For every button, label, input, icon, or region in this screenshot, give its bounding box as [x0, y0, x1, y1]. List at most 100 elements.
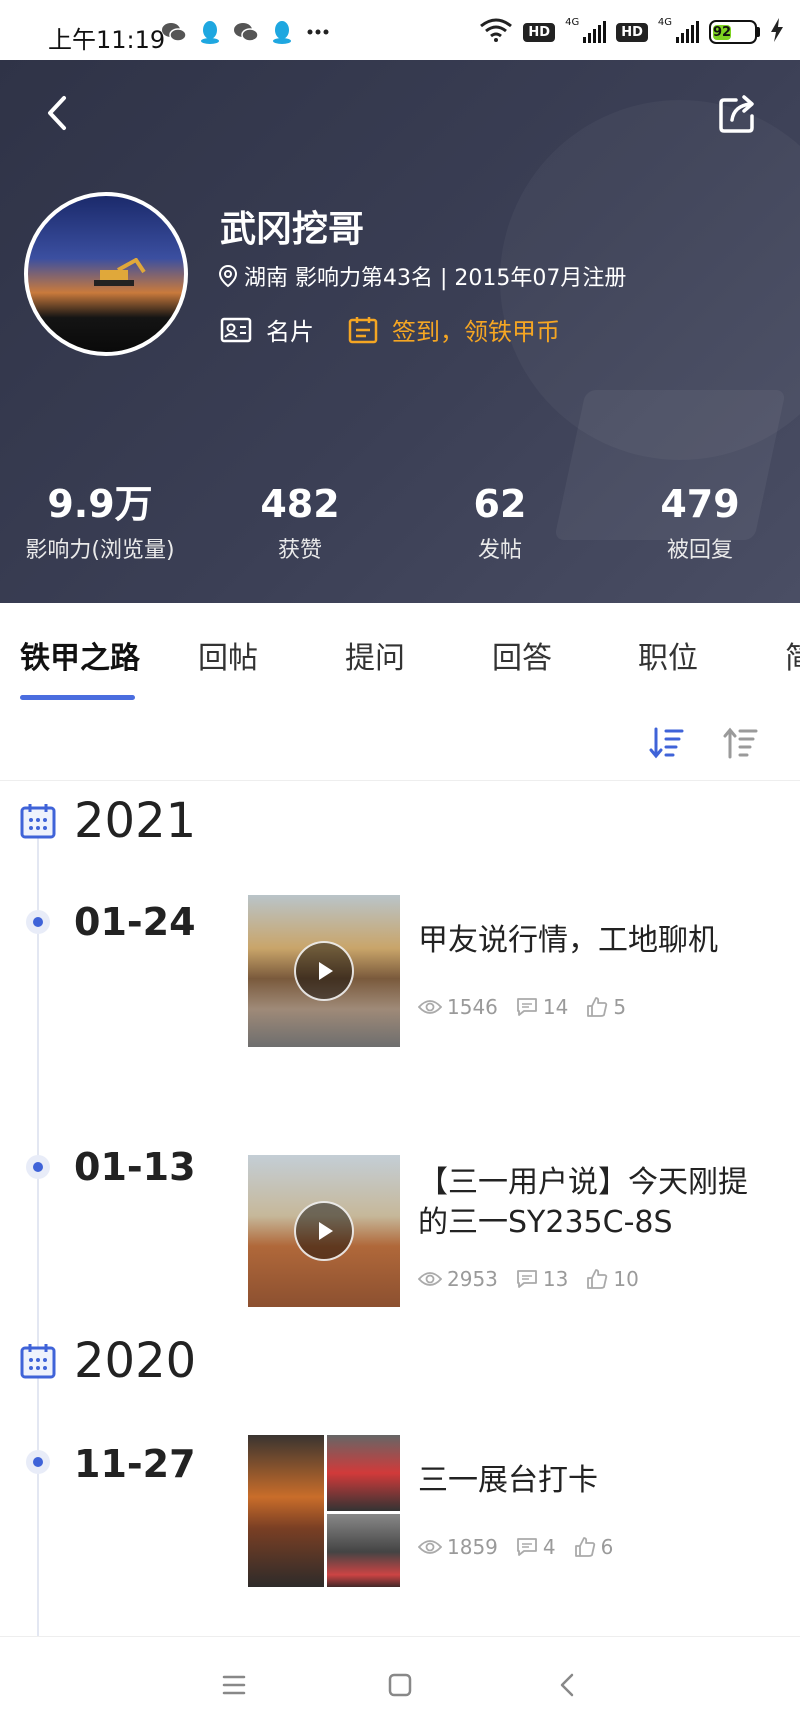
post-stats: 1859 4 6 — [418, 1535, 613, 1559]
views-count: 1546 — [447, 995, 498, 1019]
post-image[interactable] — [248, 1435, 324, 1587]
status-indicators: HD 4G HD 4G 92 — [479, 18, 784, 46]
battery-level: 92 — [713, 25, 732, 40]
user-meta: 湖南 影响力第43名 | 2015年07月注册 — [218, 260, 626, 292]
user-actions: 名片 签到，领铁甲币 — [220, 312, 560, 347]
post-title[interactable]: 甲友说行情，工地聊机 — [418, 921, 758, 961]
stat-replies[interactable]: 479 被回复 — [600, 480, 800, 564]
views-stat: 1859 — [418, 1535, 498, 1559]
tab-more[interactable]: 简 — [785, 633, 800, 677]
tab-indicator — [20, 695, 135, 700]
stat-likes[interactable]: 482 获赞 — [200, 480, 400, 564]
status-bar: 上午11:19 HD 4G HD 4G 92 — [0, 0, 800, 60]
post-title[interactable]: 【三一用户说】今天刚提的三一SY235C-8S — [418, 1163, 758, 1243]
sort-descending-button[interactable] — [648, 723, 688, 763]
qq-icon — [268, 18, 296, 46]
back-button[interactable] — [38, 88, 78, 138]
profile-header: 武冈挖哥 湖南 影响力第43名 | 2015年07月注册 名片 签到，领铁甲币 … — [0, 60, 800, 603]
eye-icon — [418, 1000, 442, 1014]
wifi-icon — [479, 18, 513, 46]
tab-jobs[interactable]: 职位 — [638, 633, 698, 677]
comment-icon — [517, 1270, 537, 1288]
avatar[interactable] — [24, 192, 188, 356]
year-label: 2020 — [74, 1333, 197, 1389]
business-card-label: 名片 — [266, 318, 314, 346]
play-button[interactable] — [294, 941, 354, 1001]
calendar-icon — [20, 804, 56, 839]
play-icon — [319, 1222, 333, 1240]
post-date: 01-13 — [74, 1145, 196, 1189]
checkin-button[interactable]: 签到，领铁甲币 — [348, 312, 560, 347]
user-name: 武冈挖哥 — [220, 209, 365, 250]
checkin-label: 签到，领铁甲币 — [392, 318, 560, 346]
home-button[interactable] — [382, 1667, 418, 1703]
thumbs-up-icon — [574, 1537, 595, 1557]
comment-icon — [517, 1538, 537, 1556]
post-title[interactable]: 三一展台打卡 — [418, 1461, 758, 1501]
timeline-dot — [26, 910, 50, 934]
stat-value: 62 — [473, 482, 527, 526]
thumbs-up-icon — [587, 997, 608, 1017]
stat-label: 获赞 — [277, 538, 322, 563]
tab-questions[interactable]: 提问 — [345, 633, 405, 677]
year-header: 2021 — [20, 793, 196, 849]
post-thumbnail[interactable] — [248, 895, 400, 1047]
stat-label: 影响力(浏览量) — [25, 538, 175, 563]
menu-button[interactable] — [216, 1667, 252, 1703]
comments-stat: 4 — [516, 1535, 556, 1559]
comment-icon — [517, 998, 537, 1016]
signal-icon — [583, 21, 607, 43]
views-stat: 1546 — [418, 995, 498, 1019]
stat-value: 482 — [260, 482, 340, 526]
stat-value: 479 — [660, 482, 740, 526]
sort-descending-icon — [649, 727, 684, 759]
play-icon — [319, 962, 333, 980]
stat-posts[interactable]: 62 发帖 — [400, 480, 600, 564]
stat-influence[interactable]: 9.9万 影响力(浏览量) — [0, 480, 200, 564]
stat-label: 被回复 — [666, 538, 733, 563]
stat-value: 9.9万 — [47, 482, 153, 526]
comments-stat: 13 — [516, 1267, 568, 1291]
post-image-grid[interactable] — [248, 1435, 400, 1587]
network-type: 4G — [565, 17, 580, 28]
back-nav-button[interactable] — [550, 1667, 586, 1703]
comments-count: 14 — [542, 995, 569, 1019]
stat-label: 发帖 — [477, 538, 522, 563]
play-button[interactable] — [294, 1201, 354, 1261]
menu-icon — [222, 1675, 246, 1695]
stats-row: 9.9万 影响力(浏览量) 482 获赞 62 发帖 479 被回复 — [0, 480, 800, 564]
tab-answers[interactable]: 回答 — [492, 633, 552, 677]
tab-bar: 铁甲之路 回帖 提问 回答 职位 简 — [0, 603, 800, 703]
views-stat: 2953 — [418, 1267, 498, 1291]
charging-icon — [770, 18, 784, 46]
post-thumbnail[interactable] — [248, 1155, 400, 1307]
sort-ascending-button[interactable] — [722, 723, 762, 763]
status-app-icons — [160, 18, 332, 46]
post-date: 01-24 — [74, 900, 196, 944]
views-count: 2953 — [447, 1267, 498, 1291]
share-icon — [719, 95, 754, 133]
wechat-icon — [160, 18, 188, 46]
eye-icon — [418, 1540, 442, 1554]
timeline-line — [37, 830, 39, 1650]
share-button[interactable] — [716, 92, 760, 136]
post-image[interactable] — [327, 1435, 400, 1511]
business-card-button[interactable]: 名片 — [220, 312, 314, 347]
system-nav-bar — [0, 1636, 800, 1733]
post-image[interactable] — [327, 1514, 400, 1587]
likes-stat: 5 — [586, 995, 626, 1019]
id-card-icon — [220, 317, 252, 342]
tab-replies[interactable]: 回帖 — [198, 633, 258, 677]
year-label: 2021 — [74, 793, 197, 849]
location-pin-icon — [218, 264, 238, 288]
eye-icon — [418, 1272, 442, 1286]
sort-row — [0, 703, 800, 781]
comments-stat: 14 — [516, 995, 568, 1019]
tab-timeline[interactable]: 铁甲之路 — [20, 633, 140, 677]
sort-ascending-icon — [723, 727, 758, 759]
likes-count: 5 — [613, 995, 627, 1019]
network-type-2: 4G — [657, 17, 672, 28]
hd-badge-2: HD — [616, 22, 648, 42]
views-count: 1859 — [447, 1535, 498, 1559]
post-stats: 2953 13 10 — [418, 1267, 639, 1291]
